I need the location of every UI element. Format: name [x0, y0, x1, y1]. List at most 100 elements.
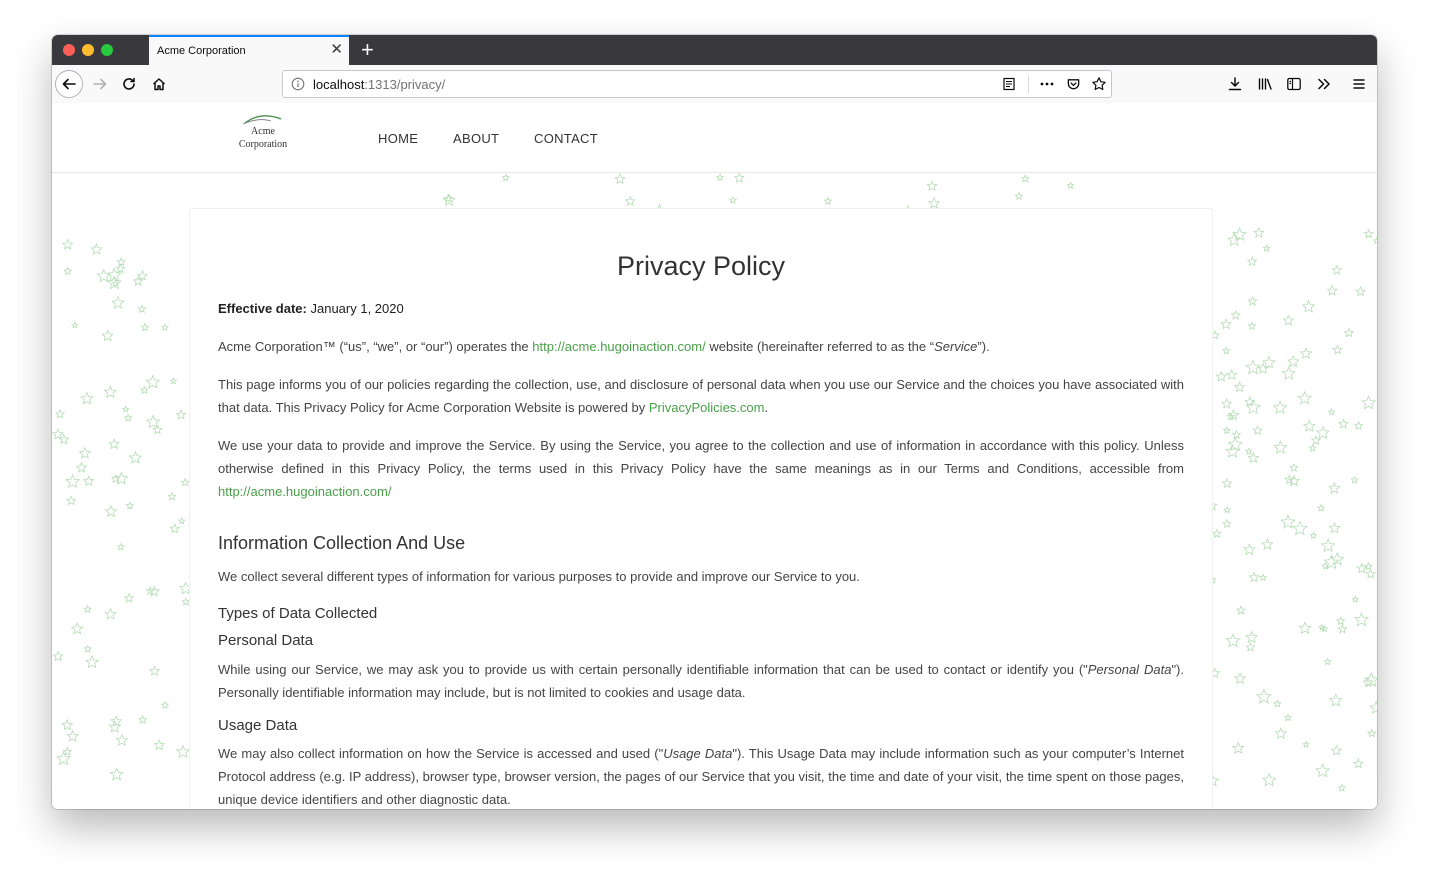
- background-star: [1328, 693, 1343, 707]
- browser-window: Acme Corporation ✕ + localhost:1313/priv…: [52, 35, 1377, 809]
- tab-acme[interactable]: Acme Corporation ✕: [149, 35, 349, 65]
- background-star: [1369, 700, 1377, 715]
- tab-close-icon[interactable]: ✕: [330, 42, 343, 58]
- background-star: [1351, 595, 1360, 603]
- background-star: [1323, 657, 1332, 666]
- background-star: [52, 428, 64, 440]
- new-tab-button[interactable]: +: [361, 38, 374, 62]
- background-star: [121, 405, 130, 413]
- back-button[interactable]: [55, 70, 83, 98]
- background-star: [65, 473, 81, 489]
- app-menu-button[interactable]: [1349, 74, 1369, 94]
- background-star: [501, 173, 511, 182]
- background-star: [54, 408, 66, 419]
- close-window-button[interactable]: [63, 44, 75, 56]
- background-star: [1335, 616, 1346, 626]
- background-star: [1332, 344, 1343, 355]
- background-star: [1366, 728, 1377, 738]
- background-star: [1242, 542, 1256, 556]
- library-button[interactable]: [1255, 74, 1275, 94]
- background-star: [1230, 309, 1241, 320]
- forward-button[interactable]: [90, 74, 110, 94]
- background-star: [1246, 255, 1258, 267]
- personal-data-heading: Personal Data: [218, 632, 314, 649]
- privacypolicies-link[interactable]: PrivacyPolicies.com: [649, 400, 765, 415]
- url-text[interactable]: localhost:1313/privacy/: [313, 77, 445, 92]
- background-star: [614, 173, 626, 185]
- background-star: [1274, 727, 1288, 740]
- background-star: [1283, 713, 1293, 722]
- background-star: [1289, 462, 1299, 472]
- background-star: [1316, 503, 1326, 512]
- background-star: [1326, 284, 1338, 296]
- usage-data-paragraph: We may also collect information on how t…: [218, 742, 1184, 809]
- background-star: [108, 438, 121, 450]
- reader-view-button[interactable]: [1001, 76, 1017, 92]
- home-button[interactable]: [149, 74, 169, 94]
- url-bar[interactable]: localhost:1313/privacy/: [282, 70, 1112, 98]
- background-star: [1273, 699, 1282, 708]
- site-url-link[interactable]: http://acme.hugoinaction.com/: [532, 339, 705, 354]
- background-star: [1222, 518, 1232, 529]
- personal-data-emphasis: Personal Data: [1087, 662, 1172, 677]
- background-star: [1314, 763, 1331, 778]
- background-star: [1225, 368, 1238, 380]
- home-icon: [152, 78, 166, 91]
- background-star: [1221, 477, 1233, 489]
- background-star: [175, 409, 187, 420]
- minimize-window-button[interactable]: [82, 44, 94, 56]
- background-star: [1350, 475, 1359, 484]
- effective-date-value: January 1, 2020: [306, 301, 404, 316]
- sidebar-button[interactable]: [1284, 74, 1304, 94]
- background-star: [139, 385, 149, 395]
- zoom-window-button[interactable]: [101, 44, 113, 56]
- logo-line-2: Corporation: [238, 139, 288, 150]
- background-star: [1363, 672, 1377, 687]
- nav-home-link[interactable]: HOME: [378, 131, 418, 146]
- background-star: [1215, 370, 1228, 382]
- background-star: [140, 322, 150, 332]
- background-star: [80, 391, 94, 405]
- overflow-button[interactable]: [1314, 74, 1334, 94]
- background-star: [116, 542, 126, 551]
- background-star: [82, 475, 95, 487]
- arrow-left-icon: [62, 78, 76, 90]
- navigation-toolbar: localhost:1313/privacy/: [52, 65, 1377, 104]
- background-star: [153, 739, 166, 751]
- reload-button[interactable]: [119, 74, 139, 94]
- background-star: [624, 195, 636, 206]
- background-star: [1363, 228, 1375, 239]
- background-star: [1272, 400, 1288, 415]
- pocket-button[interactable]: [1065, 76, 1081, 92]
- background-star: [177, 516, 186, 525]
- background-star: [1227, 232, 1242, 247]
- background-star: [125, 501, 135, 510]
- background-star: [1310, 435, 1322, 445]
- background-star: [1298, 621, 1312, 635]
- acme-logo[interactable]: Acme Corporation: [238, 113, 288, 155]
- page-title: Privacy Policy: [616, 251, 786, 281]
- background-star: [148, 665, 161, 677]
- background-star: [1222, 425, 1231, 435]
- nav-contact-link[interactable]: CONTACT: [534, 131, 598, 146]
- bookmark-button[interactable]: [1091, 76, 1107, 92]
- background-star: [1321, 561, 1330, 570]
- url-path: :1313/privacy/: [364, 77, 446, 92]
- info-icon[interactable]: [291, 77, 305, 91]
- background-star: [1020, 174, 1030, 183]
- background-star: [1235, 605, 1247, 615]
- background-star: [1225, 633, 1241, 648]
- background-star: [1280, 514, 1296, 529]
- nav-about-link[interactable]: ABOUT: [453, 131, 499, 146]
- background-star: [1308, 443, 1317, 452]
- background-star: [1299, 346, 1313, 360]
- downloads-button[interactable]: [1225, 74, 1245, 94]
- intro-text-3: ”).: [977, 339, 990, 354]
- terms-url-link[interactable]: http://acme.hugoinaction.com/: [218, 484, 391, 499]
- background-star: [1245, 359, 1261, 375]
- intro-text-1: Acme Corporation™ (“us”, “we”, or “our”)…: [218, 339, 533, 354]
- background-star: [1353, 420, 1364, 431]
- background-star: [1281, 366, 1296, 380]
- background-star: [1261, 772, 1277, 787]
- page-actions-button[interactable]: [1039, 76, 1055, 92]
